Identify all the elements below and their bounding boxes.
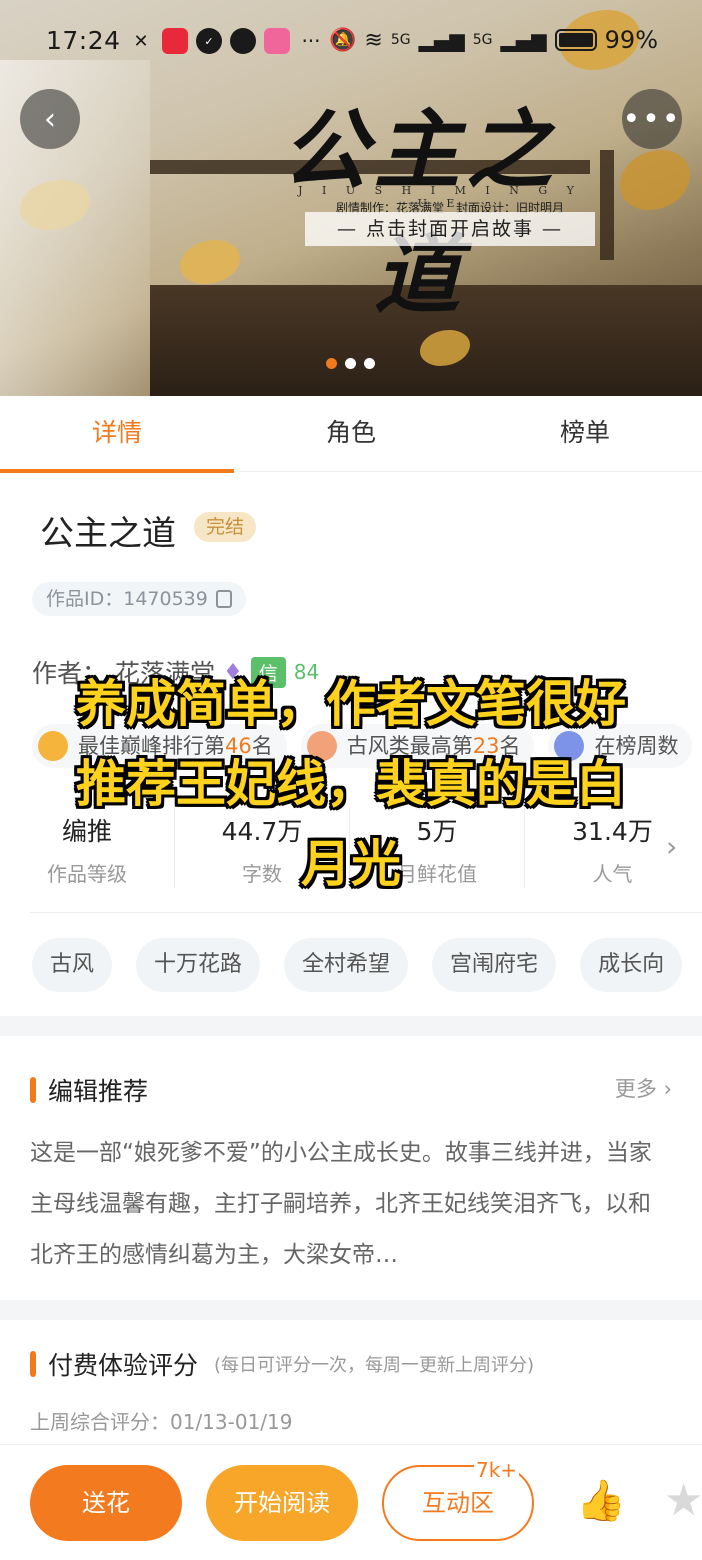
tab-rankings[interactable]: 榜单	[468, 396, 702, 471]
status-right-icons: 🔕 ≋ 5G ▂▄▆ 5G ▂▄▆ 99%	[329, 26, 658, 54]
tag-chip[interactable]: 古风	[32, 938, 113, 992]
ranking-text: 在榜周数	[594, 734, 679, 758]
section-title: 付费体验评分	[48, 1351, 199, 1380]
notification-icons: ✕ ✓ ···	[128, 28, 324, 54]
ranking-suffix: 名	[499, 734, 521, 758]
tab-characters[interactable]: 角色	[234, 396, 468, 471]
tag-chip[interactable]: 成长向	[580, 938, 683, 992]
ranking-number: 23	[472, 734, 500, 758]
author-row[interactable]: 作者： 花落满堂 ♦ 信 84	[32, 654, 319, 690]
stat-value: 5万	[416, 817, 458, 846]
author-prefix: 作者：	[32, 659, 108, 688]
stat-value: 44.7万	[221, 817, 303, 846]
stat-word-count: 44.7万 字数	[175, 808, 350, 888]
status-bar: 17:24 ✕ ✓ ··· 🔕 ≋ 5G ▂▄▆ 5G ▂▄▆ 99%	[0, 18, 702, 66]
ginkgo-leaf-decoration	[620, 150, 690, 210]
credit-badge: 信	[250, 656, 286, 688]
mute-icon: 🔕	[328, 27, 357, 53]
ranking-chip-peak[interactable]: 最佳巅峰排行第46名	[32, 724, 287, 768]
editor-section-header: 编辑推荐	[30, 1072, 148, 1108]
ginkgo-leaf-decoration	[180, 240, 240, 284]
section-separator	[0, 1300, 702, 1320]
section-subtitle: (每日可评分一次，每周一更新上周评分)	[214, 1355, 535, 1376]
tab-details[interactable]: 详情	[0, 396, 234, 473]
book-title: 公主之道	[40, 514, 176, 554]
forum-count-badge: 7k+	[474, 1458, 520, 1482]
shield-icon: ✓	[196, 28, 222, 54]
fan-icon	[306, 731, 337, 761]
stat-level: 编推 作品等级	[0, 808, 175, 888]
list-icon	[554, 731, 585, 761]
start-reading-button[interactable]: 开始阅读	[206, 1465, 358, 1541]
ranking-text: 最佳巅峰排行第	[78, 734, 225, 758]
star-icon[interactable]: ★	[664, 1478, 702, 1524]
stat-flowers: 5万 月鲜花值	[350, 808, 525, 888]
tag-chip[interactable]: 宫闱府宅	[432, 938, 557, 992]
more-notifications-icon: ···	[301, 29, 321, 53]
tag-chip[interactable]: 全村希望	[284, 938, 409, 992]
network-label: 5G	[390, 32, 411, 48]
ranking-chips: 最佳巅峰排行第46名 古风类最高第23名 在榜周数	[32, 724, 693, 768]
bilibili-icon	[264, 28, 290, 54]
wifi-icon: ≋	[364, 27, 383, 53]
wechat-icon	[230, 28, 256, 54]
more-dots-icon: •••	[622, 101, 682, 137]
section-separator	[0, 1016, 702, 1036]
ranking-chip-genre[interactable]: 古风类最高第23名	[300, 724, 535, 768]
author-name[interactable]: 花落满堂	[115, 654, 215, 690]
thumbs-up-icon[interactable]: 👍	[576, 1478, 626, 1524]
carousel-dot[interactable]	[326, 358, 337, 369]
cover-beam-decoration	[600, 150, 614, 260]
ranking-suffix: 名	[251, 734, 273, 758]
trophy-icon	[38, 731, 68, 761]
carousel-dot[interactable]	[345, 358, 356, 369]
credit-score: 84	[293, 660, 320, 684]
stat-value: 编推	[61, 817, 112, 846]
section-accent-bar	[30, 1077, 36, 1103]
section-accent-bar	[30, 1351, 36, 1377]
score-section-header: 付费体验评分 (每日可评分一次，每周一更新上周评分)	[30, 1346, 534, 1382]
signal-icon: ▂▄▆	[500, 28, 547, 52]
tab-bar: 详情 角色 榜单	[0, 396, 702, 473]
work-id-text: 作品ID：1470539	[46, 588, 208, 610]
carousel-dots	[326, 358, 375, 369]
divider	[30, 912, 702, 913]
battery-percent: 99%	[604, 26, 658, 54]
battery-icon	[554, 29, 597, 51]
carousel-dot[interactable]	[364, 358, 375, 369]
ranking-number: 46	[225, 734, 252, 758]
synopsis-text[interactable]: 这是一部“娘死爹不爱”的小公主成长史。故事三线并进，当家主母线温馨有趣，主打子嗣…	[30, 1128, 670, 1281]
author-level-icon: ♦	[223, 659, 243, 685]
work-id-chip[interactable]: 作品ID：1470539	[32, 582, 246, 616]
stat-label: 作品等级	[47, 862, 127, 886]
no-sim-icon: ✕	[133, 30, 149, 52]
section-title: 编辑推荐	[48, 1077, 149, 1106]
back-button[interactable]: ‹	[20, 89, 80, 149]
status-badge: 完结	[194, 512, 257, 542]
status-time: 17:24	[46, 26, 121, 55]
score-period: 上周综合评分：01/13-01/19	[30, 1410, 293, 1434]
signal-icon: ▂▄▆	[418, 28, 465, 52]
more-options-button[interactable]: •••	[622, 89, 682, 149]
more-link[interactable]: 更多 ›	[615, 1073, 672, 1103]
ranking-chip-weeks[interactable]: 在榜周数	[548, 724, 693, 768]
tag-chip[interactable]: 十万花路	[136, 938, 261, 992]
xiaohongshu-icon	[162, 28, 188, 54]
stats-row[interactable]: 编推 作品等级 44.7万 字数 5万 月鲜花值 31.4万 人气	[0, 808, 702, 888]
open-story-button[interactable]: — 点击封面开启故事 —	[305, 212, 595, 246]
tag-list: 古风 十万花路 全村希望 宫闱府宅 成长向	[32, 938, 683, 992]
cover-banner[interactable]: 17:24 ✕ ✓ ··· 🔕 ≋ 5G ▂▄▆ 5G ▂▄▆ 99% ‹ ••…	[0, 0, 702, 396]
send-flower-button[interactable]: 送花	[30, 1465, 182, 1541]
chevron-right-icon[interactable]: ›	[666, 830, 677, 863]
stat-label: 月鲜花值	[397, 862, 477, 886]
chevron-left-icon: ‹	[44, 101, 56, 137]
ranking-text: 古风类最高第	[346, 734, 473, 758]
copy-icon[interactable]	[215, 590, 232, 608]
network-label: 5G	[472, 32, 493, 48]
stat-label: 字数	[242, 862, 282, 886]
